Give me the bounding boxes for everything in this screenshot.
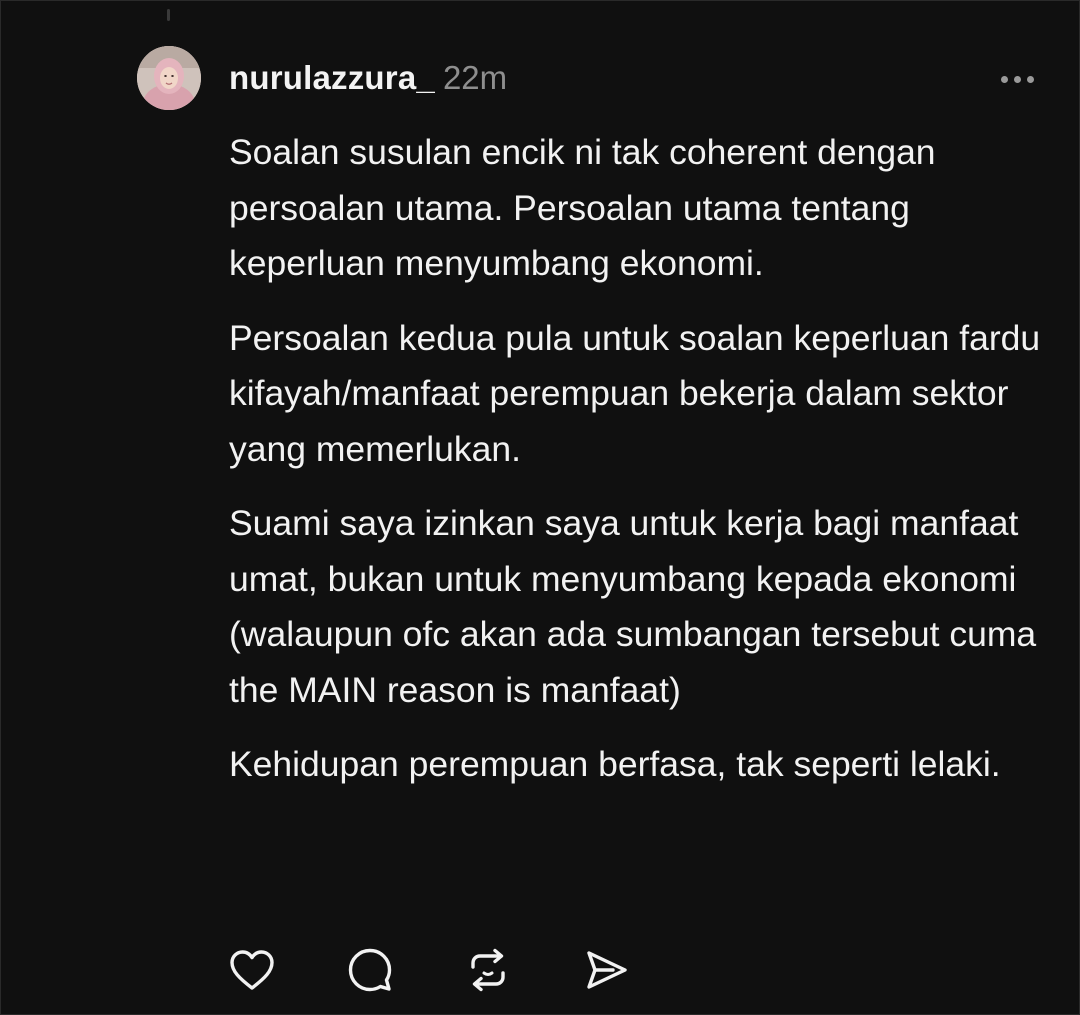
post-timestamp: 22m [442, 59, 508, 96]
post-body: Soalan susulan encik ni tak coherent den… [229, 125, 1059, 812]
thread-post: nurulazzura_ 22m Soalan susulan encik ni… [0, 0, 1080, 1015]
post-paragraph: Persoalan kedua pula untuk soalan keperl… [229, 317, 1041, 469]
post-paragraph: Kehidupan perempuan berfasa, tak seperti… [229, 744, 1001, 784]
repost-button[interactable] [463, 945, 513, 995]
avatar[interactable] [137, 46, 201, 110]
more-dot [1026, 75, 1034, 83]
like-button[interactable] [227, 945, 277, 995]
more-dot [1013, 75, 1021, 83]
thread-connector-line [167, 9, 170, 21]
post-actions [227, 945, 631, 995]
repost-icon [471, 948, 505, 992]
reply-button[interactable] [345, 945, 395, 995]
share-button[interactable] [581, 945, 631, 995]
heart-icon [230, 950, 274, 990]
post-header: nurulazzura_ 22m [229, 59, 507, 97]
more-dot [1000, 75, 1008, 83]
post-paragraph: Suami saya izinkan saya untuk kerja bagi… [229, 503, 1037, 710]
speech-bubble-icon [348, 948, 392, 992]
username[interactable]: nurulazzura_ [229, 59, 435, 97]
send-icon [587, 951, 627, 989]
post-paragraph: Soalan susulan encik ni tak coherent den… [229, 132, 936, 283]
more-options-icon[interactable] [993, 61, 1041, 97]
